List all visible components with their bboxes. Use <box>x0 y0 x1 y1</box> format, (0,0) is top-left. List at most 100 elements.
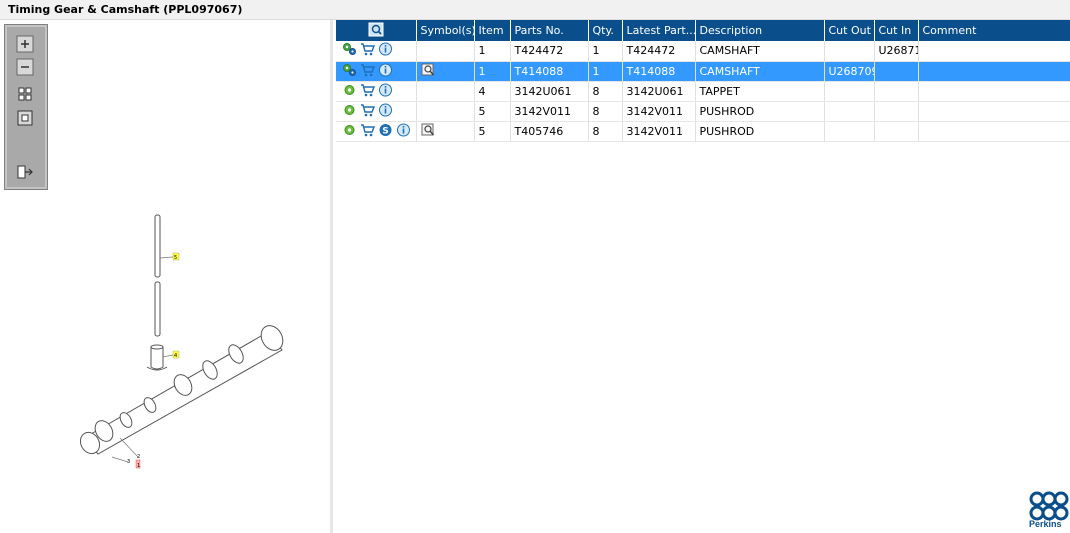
table-row[interactable]: 5 3142V011 8 3142V011 PUSHROD <box>336 101 1070 122</box>
table-row[interactable]: 1T4244721T424472CAMSHAFTU268710 <box>336 41 1070 62</box>
cart-icon[interactable] <box>360 103 375 120</box>
svg-text:S: S <box>382 126 388 136</box>
cell-parts-no: T414088 <box>510 61 589 82</box>
export-icon[interactable] <box>16 163 34 181</box>
row-symbols <box>416 41 475 62</box>
cell-item: 5 <box>474 101 511 122</box>
cell-comment <box>918 41 1070 62</box>
cell-qty: 8 <box>588 81 623 102</box>
cell-parts-no: T405746 <box>510 121 589 142</box>
info-icon[interactable] <box>378 63 393 80</box>
cell-description: CAMSHAFT <box>695 61 825 82</box>
cell-item: 1 <box>474 61 511 82</box>
gear-icon[interactable] <box>342 83 357 100</box>
cell-cut-out <box>824 41 875 62</box>
cell-description: TAPPET <box>695 81 825 102</box>
row-actions <box>336 101 417 122</box>
cell-cut-in <box>874 81 919 102</box>
cart-icon[interactable] <box>360 42 375 59</box>
callout-2[interactable]: 2 <box>137 454 140 460</box>
cell-cut-out <box>824 81 875 102</box>
row-actions: S <box>336 121 417 142</box>
row-symbols <box>416 101 475 122</box>
header-parts-no[interactable]: Parts No. <box>510 20 589 41</box>
cell-description: CAMSHAFT <box>695 41 825 62</box>
cell-latest-part: 3142V011 <box>622 121 696 142</box>
cart-icon[interactable] <box>360 123 375 140</box>
row-actions <box>336 81 417 102</box>
row-symbols[interactable] <box>416 121 475 142</box>
row-symbols <box>416 81 475 102</box>
header-qty[interactable]: Qty. <box>588 20 623 41</box>
search-columns-icon[interactable] <box>368 22 384 37</box>
cell-qty: 8 <box>588 121 623 142</box>
cell-cut-out: U268709 <box>824 61 875 82</box>
cell-qty: 1 <box>588 41 623 62</box>
cart-icon[interactable] <box>360 83 375 100</box>
header-latest-part[interactable]: Latest Part... <box>622 20 696 41</box>
table-row[interactable]: S 5 T405746 8 3142V011 PUSHROD <box>336 121 1070 142</box>
cell-qty: 1 <box>588 61 623 82</box>
diagram-toolbar <box>4 24 48 190</box>
gear-icon[interactable] <box>342 103 357 120</box>
table-row[interactable]: 1 T414088 1 T414088 CAMSHAFT U268709 <box>336 61 1070 82</box>
exploded-diagram[interactable]: 5 4 2 3 1 <box>0 20 333 533</box>
cell-item: 1 <box>474 41 511 62</box>
cell-latest-part: T414088 <box>622 61 696 82</box>
row-actions <box>336 61 417 82</box>
cell-parts-no: 3142V011 <box>510 101 589 122</box>
cell-latest-part: T424472 <box>622 41 696 62</box>
info-icon[interactable] <box>378 83 393 100</box>
grid-header-row: Symbol(s) Item Parts No. Qty. Latest Par… <box>336 20 1070 41</box>
header-comment[interactable]: Comment <box>918 20 1070 41</box>
row-actions <box>336 41 417 62</box>
callout-1[interactable]: 1 <box>137 463 140 469</box>
cell-cut-in <box>874 61 919 82</box>
cell-cut-in <box>874 121 919 142</box>
cell-cut-out <box>824 121 875 142</box>
header-description[interactable]: Description <box>695 20 825 41</box>
header-cut-in[interactable]: Cut In <box>874 20 919 41</box>
cell-item: 5 <box>474 121 511 142</box>
cell-item: 4 <box>474 81 511 102</box>
cell-cut-out <box>824 101 875 122</box>
cart-icon[interactable] <box>360 63 375 80</box>
info-icon[interactable] <box>378 103 393 120</box>
parts-grid: Symbol(s) Item Parts No. Qty. Latest Par… <box>336 20 1070 533</box>
cell-qty: 8 <box>588 101 623 122</box>
header-item[interactable]: Item <box>474 20 511 41</box>
cell-parts-no: T424472 <box>510 41 589 62</box>
cell-comment <box>918 121 1070 142</box>
reset-view-icon[interactable] <box>16 109 34 127</box>
header-icons[interactable] <box>336 20 417 41</box>
cell-comment <box>918 101 1070 122</box>
zoom-in-icon[interactable] <box>16 35 34 53</box>
title-bar: Timing Gear & Camshaft (PPL097067) <box>0 0 1070 20</box>
gears-icon[interactable] <box>342 63 357 80</box>
table-row[interactable]: 4 3142U061 8 3142U061 TAPPET <box>336 81 1070 102</box>
fit-icon[interactable] <box>16 85 34 103</box>
cell-latest-part: 3142V011 <box>622 101 696 122</box>
cell-comment <box>918 81 1070 102</box>
gears-icon[interactable] <box>342 42 357 59</box>
s-badge-icon[interactable]: S <box>378 123 393 140</box>
cell-cut-in <box>874 101 919 122</box>
header-symbols[interactable]: Symbol(s) <box>416 20 475 41</box>
header-cut-out[interactable]: Cut Out <box>824 20 875 41</box>
catalog-icon[interactable] <box>421 63 436 80</box>
cell-latest-part: 3142U061 <box>622 81 696 102</box>
catalog-icon[interactable] <box>421 123 436 140</box>
callout-3[interactable]: 3 <box>127 459 130 465</box>
cell-comment <box>918 61 1070 82</box>
gear-icon[interactable] <box>342 123 357 140</box>
zoom-out-icon[interactable] <box>16 58 34 76</box>
info-icon[interactable] <box>378 42 393 59</box>
cell-description: PUSHROD <box>695 101 825 122</box>
window-title: Timing Gear & Camshaft (PPL097067) <box>8 3 243 16</box>
info-icon[interactable] <box>396 123 411 140</box>
cell-parts-no: 3142U061 <box>510 81 589 102</box>
row-symbols[interactable] <box>416 61 475 82</box>
cell-cut-in: U268710 <box>874 41 919 62</box>
callout-4[interactable]: 4 <box>174 353 177 359</box>
callout-5[interactable]: 5 <box>174 255 177 261</box>
